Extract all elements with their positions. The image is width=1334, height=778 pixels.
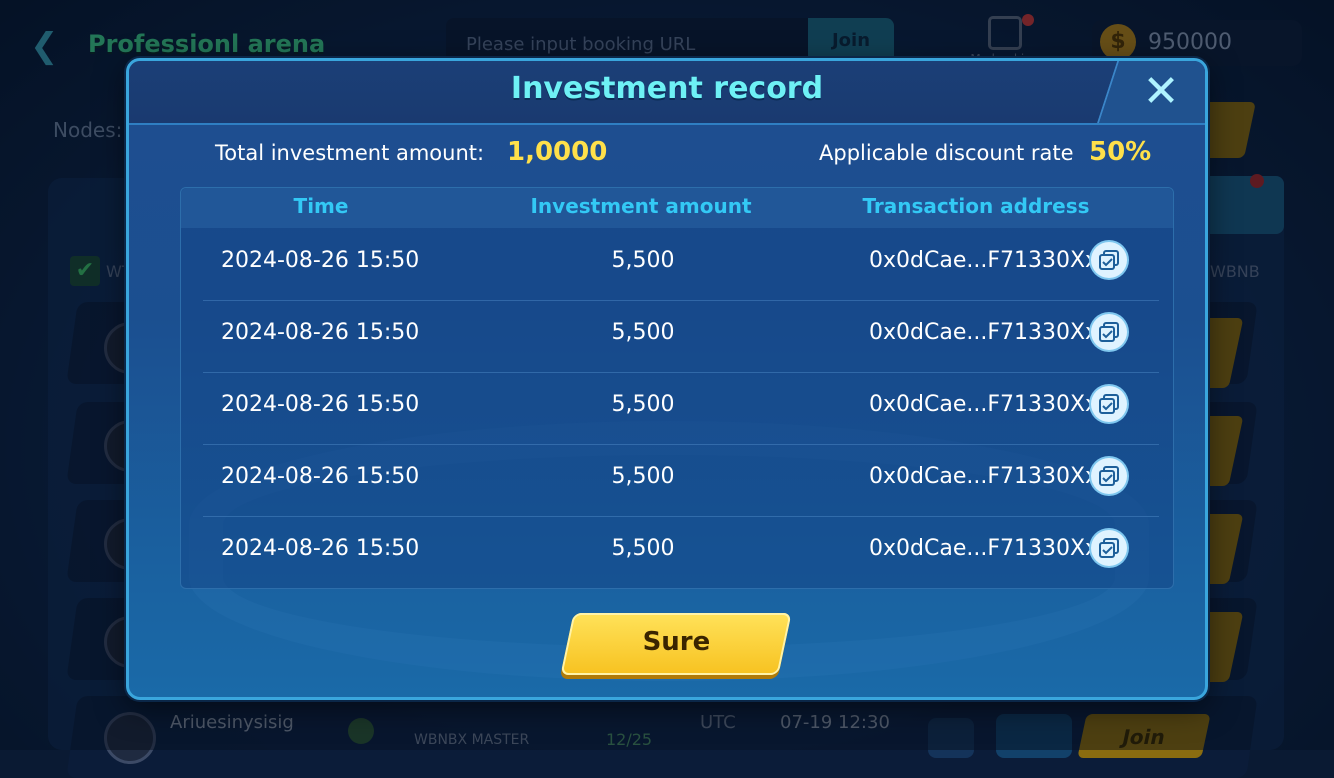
column-header-time: Time	[293, 194, 349, 218]
discount-rate-label: Applicable discount rate	[819, 141, 1074, 165]
row-time: 2024-08-26 15:50	[221, 536, 420, 561]
table-row: 2024-08-26 15:50 5,500 0x0dCae...F71330X…	[203, 228, 1159, 301]
row-time: 2024-08-26 15:50	[221, 464, 420, 489]
column-header-address: Transaction address	[862, 194, 1090, 218]
sure-button-label: Sure	[642, 627, 711, 657]
total-investment-value: 1,0000	[507, 137, 608, 167]
row-amount: 5,500	[611, 320, 675, 345]
row-amount: 5,500	[611, 248, 675, 273]
modal-title: Investment record	[510, 71, 824, 106]
copy-icon[interactable]	[1091, 386, 1127, 422]
row-address: 0x0dCae...F71330Xx	[869, 248, 1099, 273]
row-address: 0x0dCae...F71330Xx	[869, 320, 1099, 345]
row-time: 2024-08-26 15:50	[221, 248, 420, 273]
table-row: 2024-08-26 15:50 5,500 0x0dCae...F71330X…	[203, 444, 1159, 517]
table-header: Time Investment amount Transaction addre…	[181, 188, 1173, 228]
discount-rate-value: 50%	[1089, 137, 1152, 167]
copy-icon[interactable]	[1091, 242, 1127, 278]
row-time: 2024-08-26 15:50	[221, 320, 420, 345]
row-address: 0x0dCae...F71330Xx	[869, 536, 1099, 561]
row-address: 0x0dCae...F71330Xx	[869, 464, 1099, 489]
copy-icon[interactable]	[1091, 458, 1127, 494]
column-header-amount: Investment amount	[530, 194, 752, 218]
row-address: 0x0dCae...F71330Xx	[869, 392, 1099, 417]
sure-button[interactable]: Sure	[560, 613, 792, 675]
copy-icon[interactable]	[1091, 314, 1127, 350]
total-investment-label: Total investment amount:	[215, 141, 485, 165]
table-row: 2024-08-26 15:50 5,500 0x0dCae...F71330X…	[203, 516, 1159, 588]
row-amount: 5,500	[611, 392, 675, 417]
row-time: 2024-08-26 15:50	[221, 392, 420, 417]
investment-table: Time Investment amount Transaction addre…	[180, 187, 1174, 589]
investment-record-modal: Investment record ✕ Total investment amo…	[126, 58, 1208, 700]
table-row: 2024-08-26 15:50 5,500 0x0dCae...F71330X…	[203, 300, 1159, 373]
modal-header: Investment record	[129, 61, 1205, 125]
close-icon[interactable]: ✕	[1135, 67, 1187, 117]
copy-icon[interactable]	[1091, 530, 1127, 566]
row-amount: 5,500	[611, 536, 675, 561]
table-row: 2024-08-26 15:50 5,500 0x0dCae...F71330X…	[203, 372, 1159, 445]
row-amount: 5,500	[611, 464, 675, 489]
